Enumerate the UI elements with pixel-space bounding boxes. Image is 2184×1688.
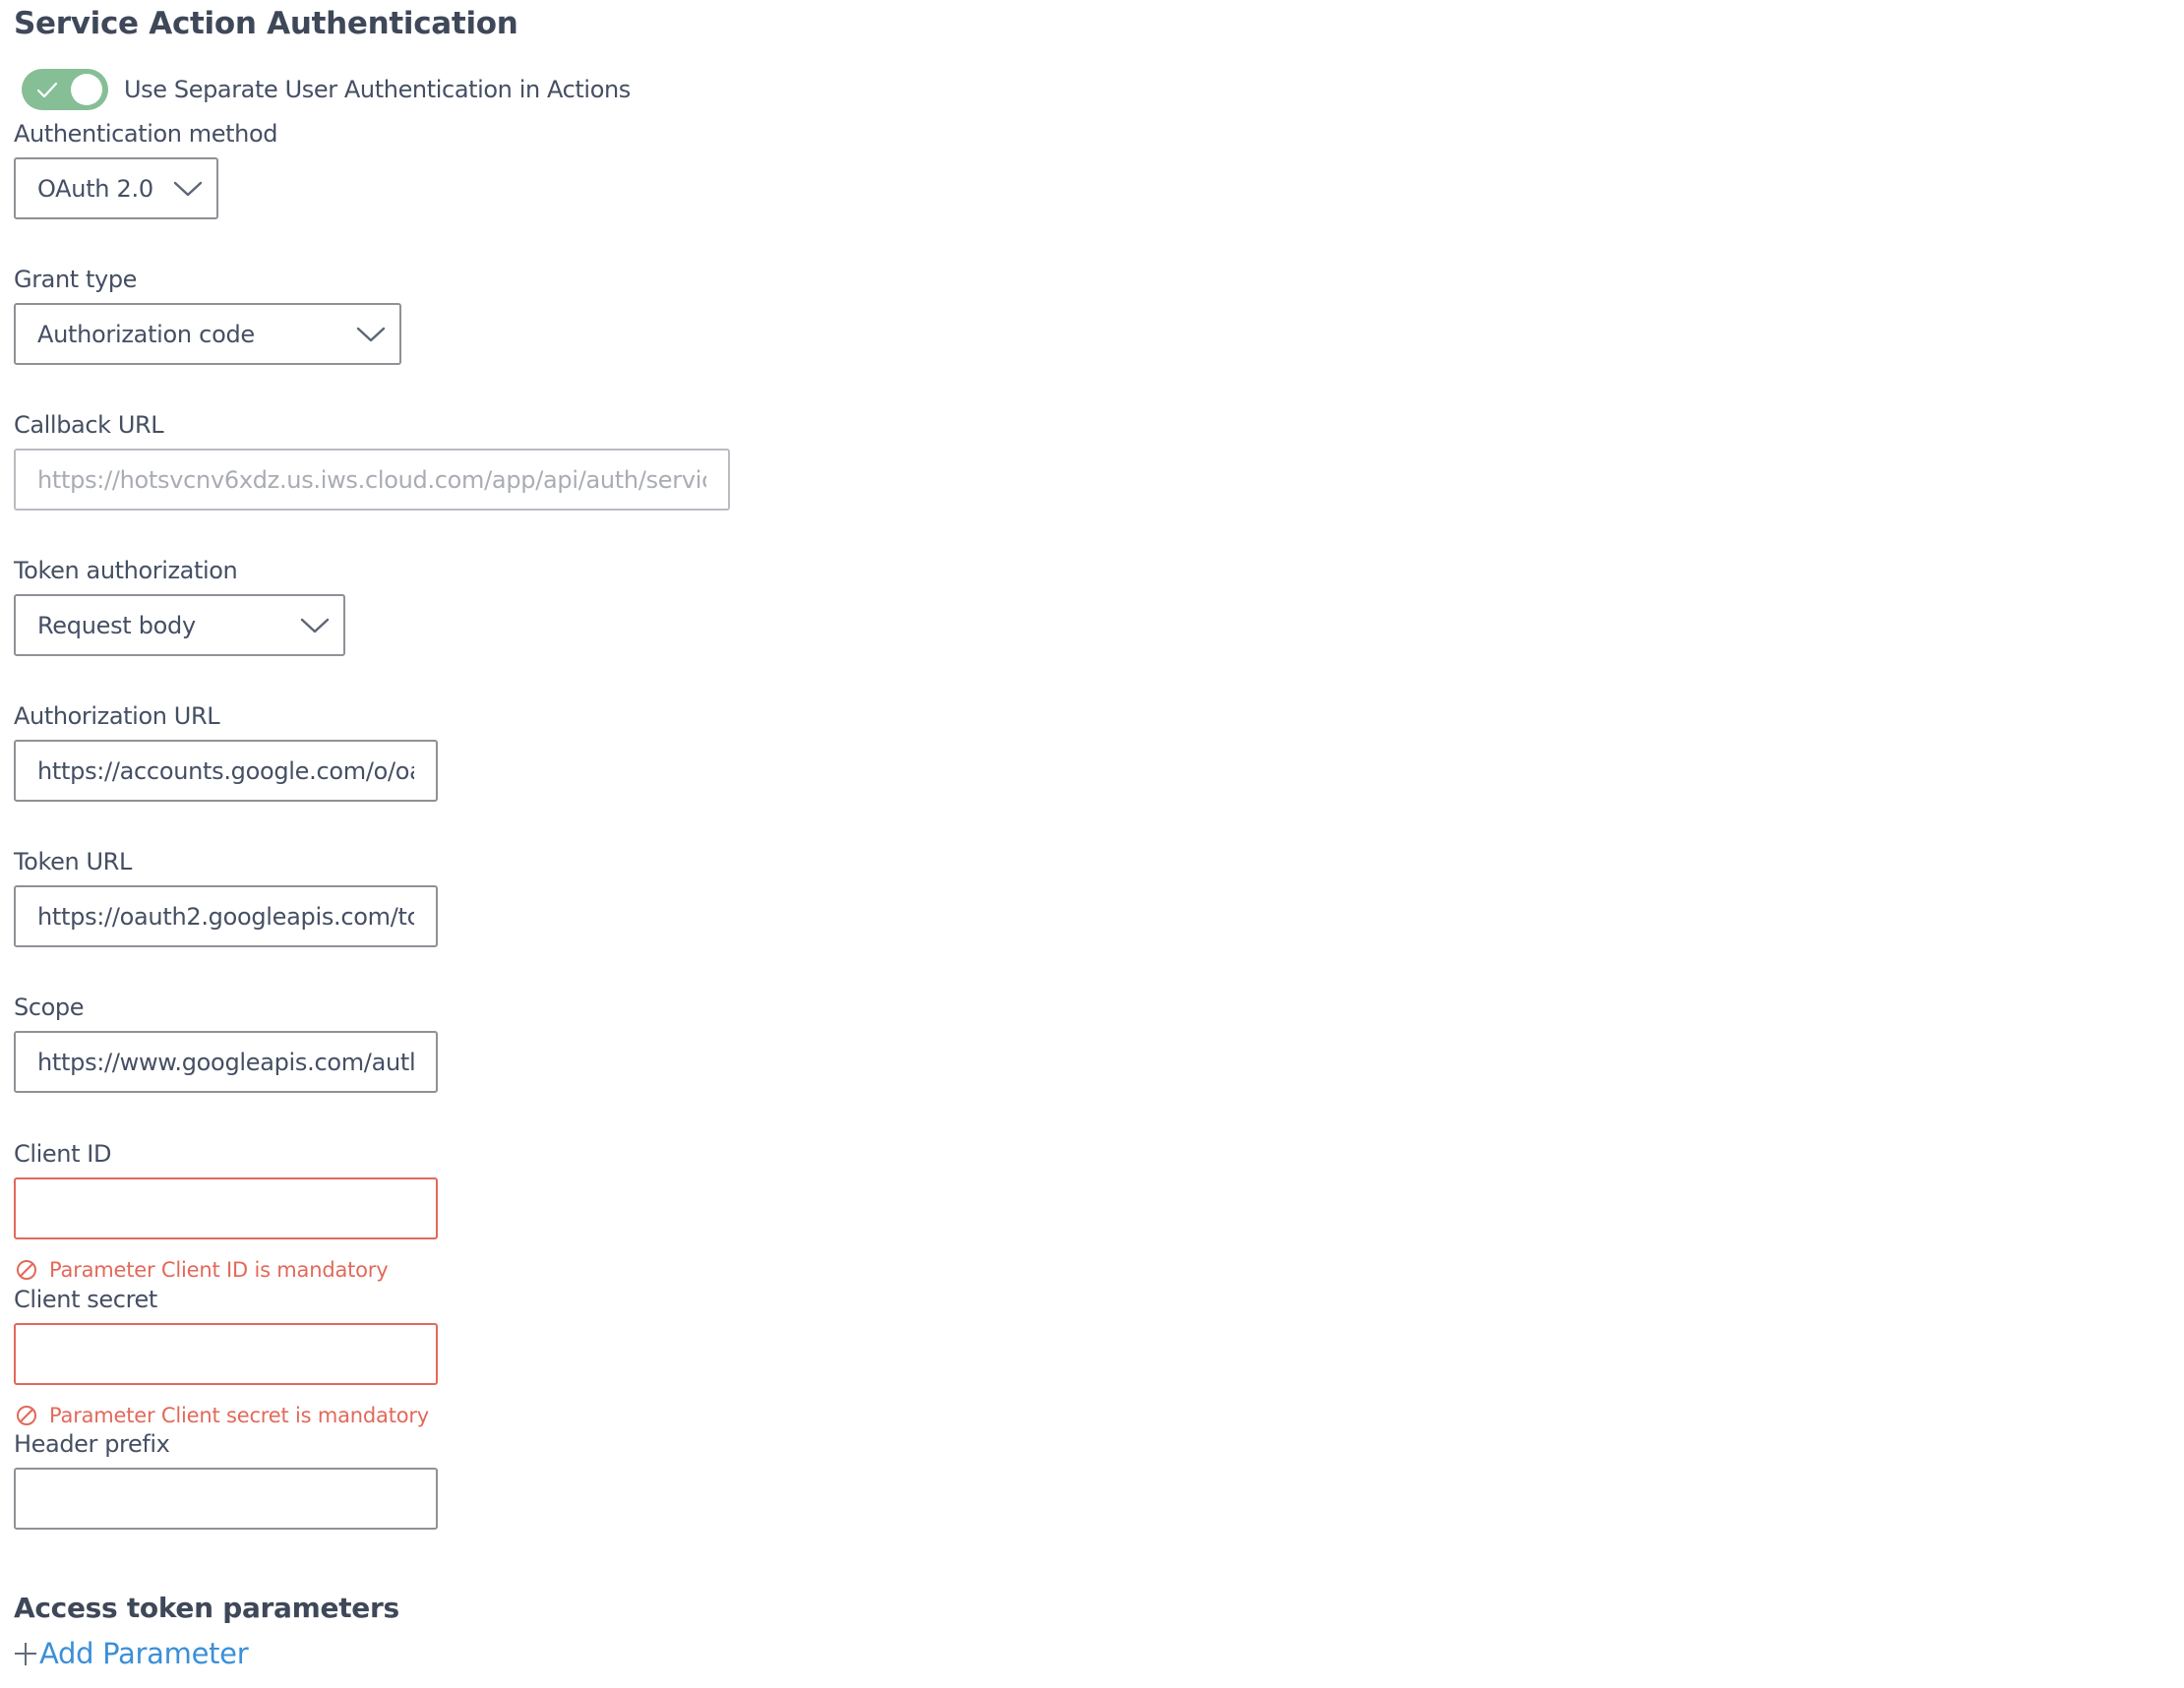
prohibited-icon [17, 1260, 36, 1280]
grant-type-label: Grant type [14, 266, 138, 293]
authorization-url-label: Authorization URL [14, 702, 220, 730]
callback-url-label: Callback URL [14, 411, 164, 439]
token-authorization-value: Request body [37, 611, 196, 639]
token-authorization-label: Token authorization [14, 557, 238, 584]
chevron-down-icon [173, 181, 203, 196]
token-url-label: Token URL [14, 848, 132, 875]
client-secret-label: Client secret [14, 1286, 157, 1313]
plus-icon [15, 1643, 36, 1665]
authorization-url-value: https://accounts.google.com/o/oa [37, 756, 414, 785]
prohibited-icon [17, 1406, 36, 1425]
toggle-knob [71, 74, 102, 105]
grant-type-value: Authorization code [37, 320, 255, 348]
authorization-url-input[interactable]: https://accounts.google.com/o/oa [14, 740, 438, 802]
client-secret-error-text: Parameter Client secret is mandatory [49, 1404, 430, 1427]
separate-auth-toggle[interactable] [22, 69, 108, 110]
client-id-error-text: Parameter Client ID is mandatory [49, 1258, 389, 1282]
scope-label: Scope [14, 994, 85, 1021]
separate-auth-toggle-row: Use Separate User Authentication in Acti… [22, 69, 631, 110]
scope-value: https://www.googleapis.com/autl [37, 1048, 414, 1076]
client-secret-input[interactable] [14, 1323, 438, 1385]
auth-method-select[interactable]: OAuth 2.0 [14, 157, 218, 219]
token-url-input[interactable]: https://oauth2.googleapis.com/tc [14, 885, 438, 947]
check-icon [36, 82, 58, 98]
separate-auth-toggle-label: Use Separate User Authentication in Acti… [124, 76, 631, 103]
client-id-label: Client ID [14, 1140, 112, 1168]
header-prefix-input[interactable] [14, 1468, 438, 1530]
grant-type-select[interactable]: Authorization code [14, 303, 401, 365]
token-authorization-select[interactable]: Request body [14, 594, 345, 656]
token-url-value: https://oauth2.googleapis.com/tc [37, 902, 414, 931]
callback-url-placeholder: https://hotsvcnv6xdz.us.iws.cloud.com/ap… [37, 465, 706, 494]
auth-method-value: OAuth 2.0 [37, 174, 153, 203]
add-parameter-link[interactable]: Add Parameter [14, 1637, 249, 1670]
add-parameter-label: Add Parameter [39, 1637, 249, 1670]
chevron-down-icon [356, 327, 386, 341]
page-title: Service Action Authentication [14, 6, 518, 41]
header-prefix-label: Header prefix [14, 1430, 170, 1458]
client-id-input[interactable] [14, 1177, 438, 1239]
access-token-parameters-heading: Access token parameters [14, 1592, 399, 1624]
callback-url-input[interactable]: https://hotsvcnv6xdz.us.iws.cloud.com/ap… [14, 449, 730, 511]
chevron-down-icon [300, 618, 330, 633]
client-secret-error: Parameter Client secret is mandatory [16, 1404, 429, 1427]
auth-method-label: Authentication method [14, 120, 278, 148]
client-id-error: Parameter Client ID is mandatory [16, 1258, 389, 1282]
scope-input[interactable]: https://www.googleapis.com/autl [14, 1031, 438, 1093]
